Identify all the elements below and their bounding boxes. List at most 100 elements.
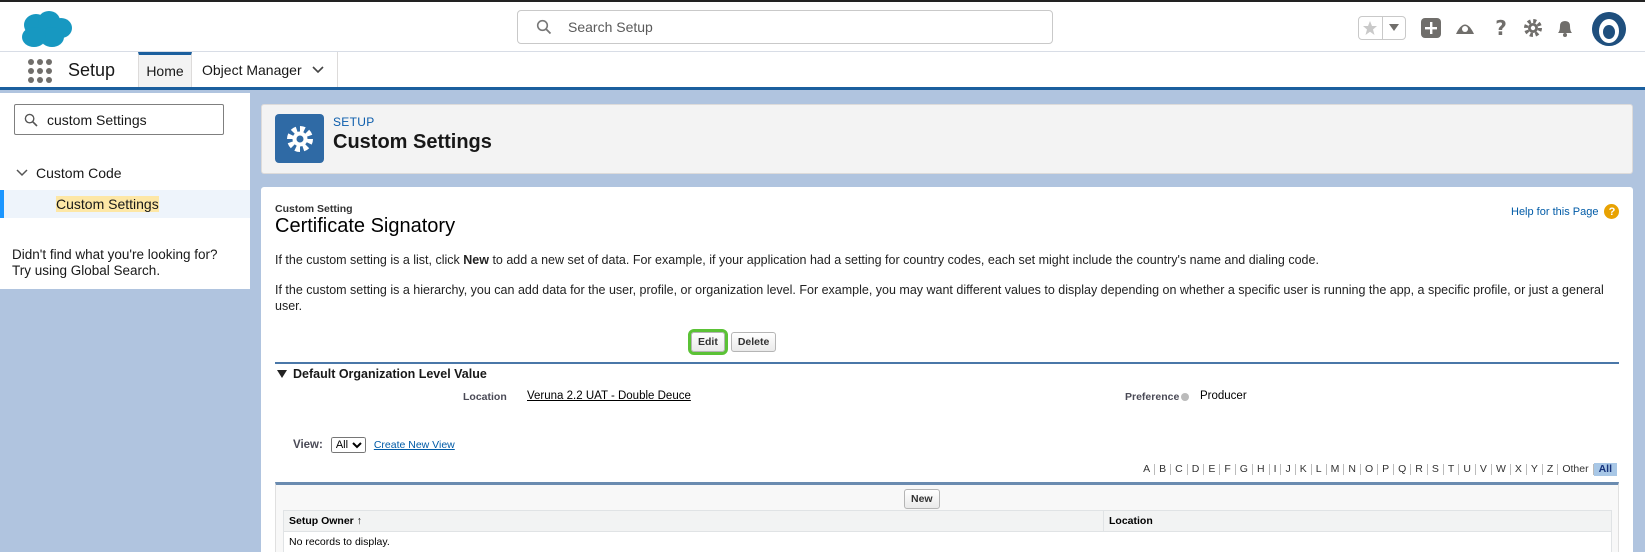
favorites-control[interactable] — [1358, 16, 1406, 40]
svg-text:?: ? — [1495, 17, 1507, 39]
user-avatar[interactable] — [1592, 12, 1626, 46]
alpha-filter-t[interactable]: T — [1444, 464, 1460, 475]
chevron-down-icon[interactable] — [16, 169, 28, 177]
alpha-filter-g[interactable]: G — [1236, 464, 1253, 475]
help-question-icon[interactable]: ? — [1604, 204, 1620, 219]
alpha-filter-m[interactable]: M — [1327, 464, 1345, 475]
salesforce-logo-icon[interactable] — [16, 8, 74, 50]
setup-sidebar: Custom Code Custom Settings Didn't find … — [0, 93, 250, 289]
section-toggle[interactable]: Default Organization Level Value — [277, 367, 487, 381]
alpha-filter-d[interactable]: D — [1188, 464, 1205, 475]
not-found-hint: Didn't find what you're looking for? Try… — [12, 247, 218, 279]
alphabet-filter: A B C D E F G H I J K L M N O P Q R S T U V W X Y Z Other All — [1139, 463, 1617, 476]
column-header-setup-owner[interactable]: Setup Owner ↑ — [283, 510, 1104, 532]
alpha-filter-q[interactable]: Q — [1394, 464, 1412, 475]
detail-button-row: Edit Delete — [688, 329, 777, 355]
table-header-row: Setup Owner ↑ Location — [283, 510, 1612, 532]
preference-value: Producer — [1200, 390, 1247, 402]
favorites-dropdown-icon[interactable] — [1383, 17, 1406, 39]
edit-button[interactable]: Edit — [688, 329, 728, 355]
info-icon[interactable] — [1181, 393, 1190, 402]
detail-kicker: Custom Setting — [275, 203, 353, 215]
location-label: Location — [463, 391, 507, 403]
app-navigation-bar: Setup Home Object Manager — [0, 52, 1645, 90]
help-link-label[interactable]: Help for this Page — [1511, 206, 1598, 218]
alpha-filter-p[interactable]: P — [1378, 464, 1395, 475]
list-description: If the custom setting is a list, click N… — [275, 252, 1615, 268]
global-search[interactable] — [517, 10, 1053, 44]
alpha-filter-z[interactable]: Z — [1543, 464, 1559, 475]
page-header-kicker: SETUP — [333, 115, 375, 129]
notifications-bell-icon[interactable] — [1554, 17, 1576, 39]
delete-button[interactable]: Delete — [730, 332, 777, 352]
alpha-filter-y[interactable]: Y — [1527, 464, 1543, 475]
section-title: Default Organization Level Value — [293, 367, 487, 381]
location-link[interactable]: Veruna 2.2 UAT - Double Deuce — [527, 390, 691, 402]
trailhead-guidance-icon[interactable] — [1454, 17, 1476, 39]
search-input[interactable] — [568, 15, 1038, 39]
detail-panel: Custom Setting Certificate Signatory Hel… — [261, 187, 1633, 552]
records-list: New Setup Owner ↑ Location No records to… — [275, 482, 1619, 552]
tab-object-manager[interactable]: Object Manager — [192, 52, 338, 87]
help-link[interactable]: Help for this Page ? — [1511, 204, 1620, 219]
global-actions-add-icon[interactable] — [1420, 17, 1442, 39]
global-search-hint-line: Try using Global Search. — [12, 263, 161, 278]
app-name: Setup — [68, 60, 116, 80]
tab-label: Home — [146, 63, 184, 79]
alpha-filter-a[interactable]: A — [1139, 464, 1156, 475]
preference-label: Preference — [1125, 391, 1180, 403]
preference-label-wrap: Preference — [1125, 391, 1190, 403]
alpha-filter-other[interactable]: Other — [1558, 464, 1594, 475]
search-icon — [24, 113, 38, 127]
search-icon — [536, 19, 552, 35]
alpha-filter-o[interactable]: O — [1361, 464, 1379, 475]
setup-gear-icon — [275, 114, 324, 163]
global-header: ? — [0, 0, 1645, 52]
alpha-filter-e[interactable]: E — [1204, 464, 1221, 475]
tab-home[interactable]: Home — [138, 52, 192, 87]
favorite-star-icon[interactable] — [1359, 17, 1383, 39]
records-table: Setup Owner ↑ Location No records to dis… — [283, 510, 1612, 552]
alpha-filter-l[interactable]: L — [1312, 464, 1327, 475]
alpha-filter-h[interactable]: H — [1253, 464, 1270, 475]
alpha-filter-j[interactable]: J — [1281, 464, 1296, 475]
tree-node-label: Custom Code — [36, 165, 122, 181]
tree-node-label: Custom Settings — [56, 196, 159, 212]
text: to add a new set of data. For example, i… — [488, 253, 1319, 267]
column-header-location[interactable]: Location — [1103, 510, 1612, 532]
triangle-down-icon[interactable] — [277, 370, 287, 378]
text: If the custom setting is a list, click — [275, 253, 464, 267]
alpha-filter-u[interactable]: U — [1459, 464, 1476, 475]
alpha-filter-f[interactable]: F — [1220, 464, 1236, 475]
page-title: Custom Settings — [333, 131, 492, 153]
alpha-filter-v[interactable]: V — [1476, 464, 1492, 475]
not-found-line: Didn't find what you're looking for? — [12, 247, 218, 262]
app-launcher-icon[interactable] — [28, 59, 52, 83]
tab-label: Object Manager — [202, 61, 302, 78]
alpha-filter-w[interactable]: W — [1492, 464, 1511, 475]
quick-find-input[interactable] — [47, 110, 217, 130]
alpha-filter-c[interactable]: C — [1171, 464, 1188, 475]
alpha-filter-b[interactable]: B — [1155, 464, 1172, 475]
astro-avatar-icon — [1592, 12, 1626, 46]
help-icon[interactable]: ? — [1490, 17, 1512, 39]
table-row: No records to display. — [283, 531, 1612, 552]
quick-find[interactable] — [14, 104, 224, 135]
alpha-filter-k[interactable]: K — [1296, 464, 1312, 475]
new-button[interactable]: New — [904, 489, 940, 509]
setup-gear-icon[interactable] — [1522, 17, 1544, 39]
view-select[interactable]: All — [330, 437, 366, 453]
alpha-filter-r[interactable]: R — [1411, 464, 1428, 475]
tree-node-custom-code[interactable]: Custom Code — [16, 165, 122, 181]
create-new-view-link[interactable]: Create New View — [374, 439, 455, 451]
tree-node-custom-settings[interactable]: Custom Settings — [0, 190, 250, 218]
alpha-filter-n[interactable]: N — [1344, 464, 1361, 475]
alpha-filter-s[interactable]: S — [1428, 464, 1444, 475]
hierarchy-description: If the custom setting is a hierarchy, yo… — [275, 283, 1604, 313]
alpha-filter-x[interactable]: X — [1511, 464, 1527, 475]
bold-text: New — [463, 253, 489, 267]
alpha-filter-i[interactable]: I — [1270, 464, 1282, 475]
detail-title: Certificate Signatory — [275, 215, 456, 237]
alpha-filter-all[interactable]: All — [1593, 463, 1617, 476]
page-header: SETUP Custom Settings — [261, 104, 1633, 174]
